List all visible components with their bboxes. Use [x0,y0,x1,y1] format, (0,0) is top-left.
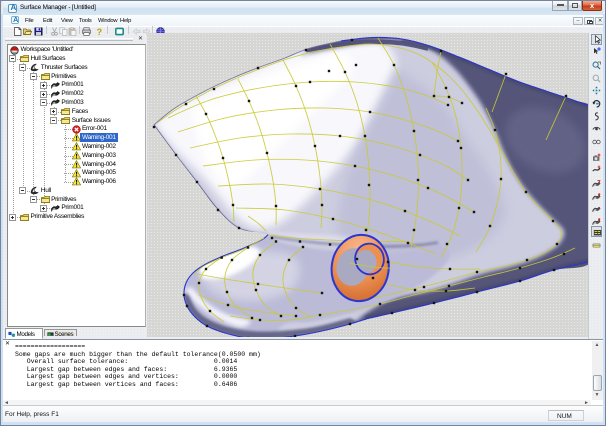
svg-text:?: ? [97,27,103,36]
